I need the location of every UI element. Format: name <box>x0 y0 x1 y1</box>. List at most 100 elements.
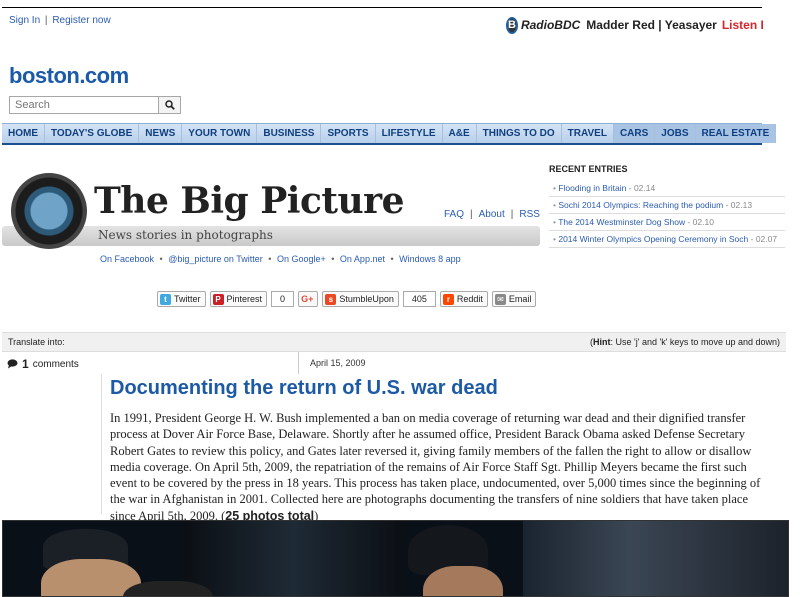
envelope-icon: ✉ <box>494 293 506 305</box>
pinterest-count: 0 <box>271 291 295 307</box>
stumbleupon-icon: s <box>325 293 337 305</box>
blog-title[interactable]: The Big Picture <box>94 180 405 222</box>
speech-bubble-icon <box>7 359 18 369</box>
hint-label: Hint <box>593 337 611 347</box>
twitter-share-button[interactable]: t Twitter <box>157 291 206 307</box>
blog-links: FAQ | About | RSS <box>444 209 540 220</box>
entry-title[interactable]: Sochi 2014 Olympics: Reaching the podium <box>558 200 723 210</box>
separator: | <box>44 15 48 26</box>
faq-link[interactable]: FAQ <box>444 209 464 220</box>
google-plus-label: G+ <box>301 294 314 304</box>
social-links: On Facebook • @big_picture on Twitter • … <box>100 254 461 264</box>
entry-date: - 02.07 <box>748 234 778 244</box>
entry-date: - 02.14 <box>626 183 656 193</box>
nav-jobs[interactable]: JOBS <box>655 124 696 143</box>
bullet: • <box>268 254 272 264</box>
recent-entries: RECENT ENTRIES Flooding in Britain - 02.… <box>549 164 785 248</box>
recent-entry[interactable]: Sochi 2014 Olympics: Reaching the podium… <box>549 197 785 214</box>
search-input[interactable] <box>9 96 159 114</box>
stumbleupon-share-label: StumbleUpon <box>339 294 394 304</box>
nav-things-to-do[interactable]: THINGS TO DO <box>477 124 562 143</box>
bullet: • <box>159 254 163 264</box>
comment-count: 1 <box>22 357 29 371</box>
divider <box>298 352 299 374</box>
entry-title[interactable]: The 2014 Westminster Dog Show <box>558 217 685 227</box>
radio-name: RadioBDC <box>520 18 581 32</box>
hint-text: : Use 'j' and 'k' keys to move up and do… <box>610 337 780 347</box>
recent-entries-heading: RECENT ENTRIES <box>549 164 628 174</box>
share-bar: t Twitter P Pinterest 0 G+ s StumbleUpon… <box>157 291 537 307</box>
photo-region <box>423 566 503 596</box>
nav-arts-entertainment[interactable]: A&E <box>443 124 477 143</box>
post-body-text: In 1991, President George H. W. Bush imp… <box>110 411 761 523</box>
about-link[interactable]: About <box>479 209 505 220</box>
site-search <box>9 96 181 114</box>
nav-home[interactable]: HOME <box>2 124 45 143</box>
translate-bar: Translate into: (Hint: Use 'j' and 'k' k… <box>2 332 786 352</box>
reddit-share-label: Reddit <box>456 294 483 304</box>
radio-player[interactable]: B RadioBDC Madder Red | Yeasayer Listen … <box>506 16 763 34</box>
entry-date: - 02.10 <box>685 217 714 227</box>
photo-region <box>523 521 788 596</box>
recent-entry[interactable]: Flooding in Britain - 02.14 <box>549 180 785 197</box>
post-body: In 1991, President George H. W. Bush imp… <box>110 410 775 524</box>
bullet: • <box>390 254 394 264</box>
top-rule <box>2 7 762 8</box>
twitter-icon: t <box>160 293 171 305</box>
nav-sports[interactable]: SPORTS <box>321 124 376 143</box>
camera-lens-icon[interactable] <box>11 173 87 249</box>
comments-link[interactable]: 1 comments <box>7 357 79 371</box>
search-icon <box>164 100 175 110</box>
translate-label[interactable]: Translate into: <box>8 337 65 347</box>
twitter-link[interactable]: @big_picture on Twitter <box>168 254 263 264</box>
bullet: • <box>331 254 335 264</box>
nav-real-estate[interactable]: REAL ESTATE <box>695 124 777 143</box>
twitter-share-label: Twitter <box>174 294 201 304</box>
email-share-button[interactable]: ✉ Email <box>491 291 537 307</box>
entry-date: - 02.13 <box>723 200 753 210</box>
nav-lifestyle[interactable]: LIFESTYLE <box>376 124 443 143</box>
entry-title[interactable]: 2014 Winter Olympics Opening Ceremony in… <box>558 234 748 244</box>
post-date: April 15, 2009 <box>310 358 366 368</box>
rss-link[interactable]: RSS <box>519 209 540 220</box>
keyboard-hint: (Hint: Use 'j' and 'k' keys to move up a… <box>590 337 780 347</box>
google-plus-link[interactable]: On Google+ <box>277 254 326 264</box>
post-headline[interactable]: Documenting the return of U.S. war dead <box>110 377 498 400</box>
pinterest-icon: P <box>212 293 224 305</box>
nav-news[interactable]: NEWS <box>139 124 183 143</box>
now-playing: Madder Red | Yeasayer <box>586 18 717 32</box>
register-link[interactable]: Register now <box>52 15 110 26</box>
site-logo[interactable]: boston.com <box>9 63 129 89</box>
google-plus-share-button[interactable]: G+ <box>298 291 319 307</box>
nav-todays-globe[interactable]: TODAY'S GLOBE <box>45 124 140 143</box>
stumbleupon-share-button[interactable]: s StumbleUpon <box>322 291 399 307</box>
nav-travel[interactable]: TRAVEL <box>562 124 614 143</box>
appnet-link[interactable]: On App.net <box>340 254 385 264</box>
photo-region <box>183 521 403 596</box>
windows-app-link[interactable]: Windows 8 app <box>399 254 461 264</box>
nav-your-town[interactable]: YOUR TOWN <box>182 124 258 143</box>
separator: | <box>470 209 473 220</box>
entry-title[interactable]: Flooding in Britain <box>558 183 626 193</box>
separator: | <box>510 209 514 220</box>
email-share-label: Email <box>508 294 532 304</box>
divider <box>101 374 102 514</box>
nav-cars[interactable]: CARS <box>613 124 656 143</box>
radio-logo-icon: B <box>506 16 518 34</box>
reddit-share-button[interactable]: r Reddit <box>439 291 488 307</box>
lead-photo[interactable] <box>2 520 789 597</box>
sign-in-link[interactable]: Sign In <box>9 15 40 26</box>
recent-entry[interactable]: 2014 Winter Olympics Opening Ceremony in… <box>549 231 785 248</box>
blog-header: The Big Picture News stories in photogra… <box>2 170 542 249</box>
main-nav: HOME TODAY'S GLOBE NEWS YOUR TOWN BUSINE… <box>2 123 777 145</box>
pinterest-share-label: Pinterest <box>226 294 263 304</box>
stumbleupon-count: 405 <box>402 291 436 307</box>
pinterest-share-button[interactable]: P Pinterest <box>209 291 268 307</box>
reddit-icon: r <box>442 293 454 305</box>
search-button[interactable] <box>159 96 181 114</box>
facebook-link[interactable]: On Facebook <box>100 254 154 264</box>
comments-label: comments <box>32 358 79 370</box>
listen-live-link[interactable]: Listen Liv <box>722 18 763 32</box>
nav-business[interactable]: BUSINESS <box>257 124 322 143</box>
recent-entry[interactable]: The 2014 Westminster Dog Show - 02.10 <box>549 214 785 231</box>
